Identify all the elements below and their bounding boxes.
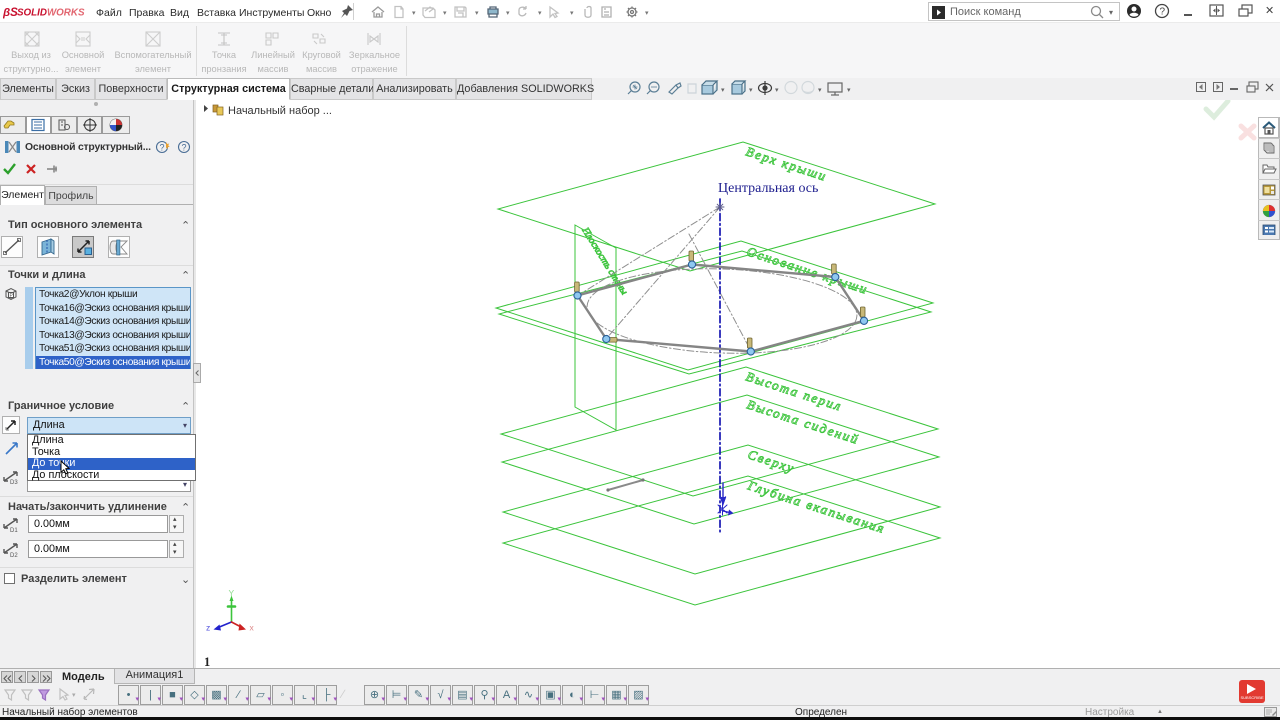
- svg-text:▾: ▾: [749, 87, 753, 94]
- svg-text:▾: ▾: [538, 10, 542, 17]
- svg-text:▾: ▾: [1109, 8, 1113, 17]
- svg-text:▾: ▾: [443, 10, 447, 17]
- svg-text:▾: ▾: [721, 87, 725, 94]
- svg-text:βS: βS: [3, 7, 18, 19]
- svg-text:Начальный набор ...: Начальный набор ...: [228, 105, 332, 117]
- svg-text:▾: ▾: [645, 10, 649, 17]
- svg-text:D2: D2: [10, 553, 18, 558]
- svg-text:?: ?: [1160, 7, 1166, 18]
- svg-text:Центральная ось: Центральная ось: [718, 181, 818, 196]
- svg-text:SOLIDWORKS: SOLIDWORKS: [17, 8, 85, 19]
- svg-text:▾: ▾: [847, 87, 851, 94]
- svg-text:▾: ▾: [412, 10, 416, 17]
- svg-text:D1: D1: [10, 528, 18, 533]
- svg-text:Глубина вкапывания: Глубина вкапывания: [745, 477, 887, 536]
- svg-text:z: z: [206, 623, 210, 633]
- svg-text:▾: ▾: [72, 692, 76, 699]
- svg-text:1: 1: [204, 655, 210, 668]
- svg-text:Высота сидений: Высота сидений: [745, 397, 861, 448]
- svg-text:D3: D3: [10, 480, 18, 486]
- svg-text:▾: ▾: [475, 10, 479, 17]
- svg-text:?: ?: [160, 143, 165, 153]
- svg-text:▾: ▾: [775, 87, 779, 94]
- svg-text:x: x: [250, 623, 255, 633]
- svg-text:Y: Y: [229, 588, 235, 598]
- svg-text:▾: ▾: [818, 87, 822, 94]
- svg-text:Сверху: Сверху: [746, 447, 797, 476]
- svg-text:▾: ▾: [570, 10, 574, 17]
- svg-text:▾: ▾: [506, 10, 510, 17]
- svg-text:?: ?: [182, 143, 187, 153]
- svg-text:Верх крыши: Верх крыши: [744, 144, 829, 184]
